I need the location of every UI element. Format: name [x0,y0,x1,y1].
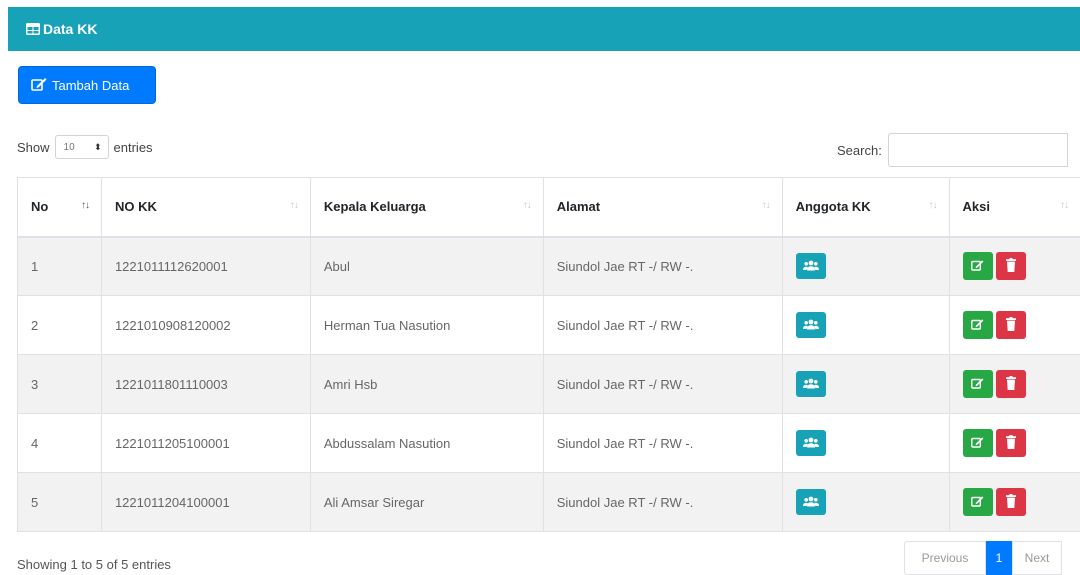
users-icon [802,259,819,274]
cell-alamat: Siundol Jae RT -/ RW -. [542,295,783,355]
cell-anggota-kk [781,295,949,355]
cell-no-kk: 1221011801110003 [100,354,311,414]
anggota-kk-button[interactable] [795,371,826,397]
anggota-kk-button[interactable] [795,253,826,280]
cell-kepala-keluarga: Abdussalam Nasution [309,413,544,473]
delete-button[interactable] [995,370,1026,398]
cell-no: 2 [17,295,102,355]
users-icon [802,377,819,392]
sort-icon: ↑↓ [761,200,771,211]
delete-button[interactable] [995,429,1026,457]
edit-button[interactable] [962,429,993,457]
search-input[interactable] [887,133,1068,167]
entries-select-value: 10 [63,141,75,153]
trash-icon [1005,316,1016,334]
users-icon [802,495,819,510]
trash-icon [1005,375,1016,393]
tambah-data-button[interactable]: Tambah Data [18,66,156,104]
cell-no: 5 [17,472,102,532]
edit-icon [971,495,984,510]
cell-no-kk: 1221011204100001 [100,472,311,532]
edit-button[interactable] [962,488,993,516]
anggota-kk-button[interactable] [795,430,826,456]
cell-no-kk: 1221010908120002 [100,295,311,355]
table-row: 2 1221010908120002 Herman Tua Nasution Siun… [17,295,1080,355]
users-icon [802,436,819,451]
table-row: 5 1221011204100001 Ali Amsar Siregar Siundo… [17,472,1080,532]
cell-no: 3 [17,354,102,414]
entries-label: entries [113,139,153,155]
users-icon [802,318,819,333]
edit-icon [971,259,984,274]
pagination: Previous 1 Next [904,541,1062,575]
edit-icon [971,318,984,333]
cell-no: 1 [17,236,102,296]
previous-page-button[interactable]: Previous [904,541,986,575]
trash-icon [1005,257,1016,275]
sort-icon: ↑↓ [928,200,938,211]
entries-length-control: Show 10 ⬍ entries [17,135,153,159]
cell-alamat: Siundol Jae RT -/ RW -. [542,472,783,532]
column-header-no[interactable]: No ↑↓ [17,177,102,238]
search-label: Search: [837,142,882,158]
cell-aksi [948,236,1080,296]
trash-icon [1005,493,1016,511]
delete-button[interactable] [995,488,1026,516]
cell-anggota-kk [781,354,949,414]
table-header-row: No ↑↓ NO KK ↑↓ Kepala Keluarga ↑↓ Alamat ↑↓ … [17,177,1080,238]
show-label: Show [17,139,50,155]
sort-icon: ↑↓ [1060,200,1069,211]
next-page-button[interactable]: Next [1012,541,1062,575]
cell-aksi [948,413,1080,473]
cell-aksi [948,472,1080,532]
cell-no-kk: 1221011112620001 [100,236,311,296]
anggota-kk-button[interactable] [795,489,826,515]
data-table: No ↑↓ NO KK ↑↓ Kepala Keluarga ↑↓ Alamat ↑↓ … [17,177,1080,532]
edit-button[interactable] [962,311,993,339]
entries-select[interactable]: 10 ⬍ [54,135,109,159]
cell-anggota-kk [781,236,949,296]
table-row: 3 1221011801110003 Amri Hsb Siundol Jae RT … [17,354,1080,414]
edit-icon [31,77,52,94]
column-header-anggota-kk[interactable]: Anggota KK ↑↓ [781,177,949,238]
column-header-aksi[interactable]: Aksi ↑↓ [948,177,1080,238]
cell-anggota-kk [781,413,949,473]
cell-alamat: Siundol Jae RT -/ RW -. [542,236,783,296]
sort-icon: ↑↓ [522,200,532,211]
cell-no: 4 [17,413,102,473]
cell-alamat: Siundol Jae RT -/ RW -. [542,354,783,414]
card-header: Data KK [8,7,1080,51]
delete-button[interactable] [995,311,1026,339]
edit-icon [971,377,984,392]
table-row: 4 1221011205100001 Abdussalam Nasution Siun… [17,413,1080,473]
cell-aksi [948,295,1080,355]
anggota-kk-button[interactable] [795,312,826,338]
card-title: Data KK [43,21,98,37]
search-control: Search: [837,133,1068,167]
current-page-button[interactable]: 1 [986,541,1012,575]
edit-icon [971,436,984,451]
edit-button[interactable] [962,370,993,398]
column-header-kepala-keluarga[interactable]: Kepala Keluarga ↑↓ [309,177,544,238]
sort-asc-icon: ↑↓ [80,200,90,211]
column-header-alamat[interactable]: Alamat ↑↓ [542,177,783,238]
column-header-no-kk[interactable]: NO KK ↑↓ [100,177,311,238]
cell-kepala-keluarga: Herman Tua Nasution [309,295,544,355]
table-icon [26,23,40,35]
tambah-data-label: Tambah Data [52,77,130,93]
sort-icon: ↑↓ [289,200,299,211]
trash-icon [1005,434,1016,452]
cell-no-kk: 1221011205100001 [100,413,311,473]
table-row: 1 1221011112620001 Abul Siundol Jae RT -/ R… [17,236,1080,296]
delete-button[interactable] [995,252,1026,281]
cell-aksi [948,354,1080,414]
cell-alamat: Siundol Jae RT -/ RW -. [542,413,783,473]
cell-kepala-keluarga: Abul [309,236,544,296]
cell-anggota-kk [781,472,949,532]
cell-kepala-keluarga: Amri Hsb [309,354,544,414]
cell-kepala-keluarga: Ali Amsar Siregar [309,472,544,532]
table-info: Showing 1 to 5 of 5 entries [17,557,171,572]
select-arrows-icon: ⬍ [93,141,102,152]
edit-button[interactable] [962,252,993,281]
